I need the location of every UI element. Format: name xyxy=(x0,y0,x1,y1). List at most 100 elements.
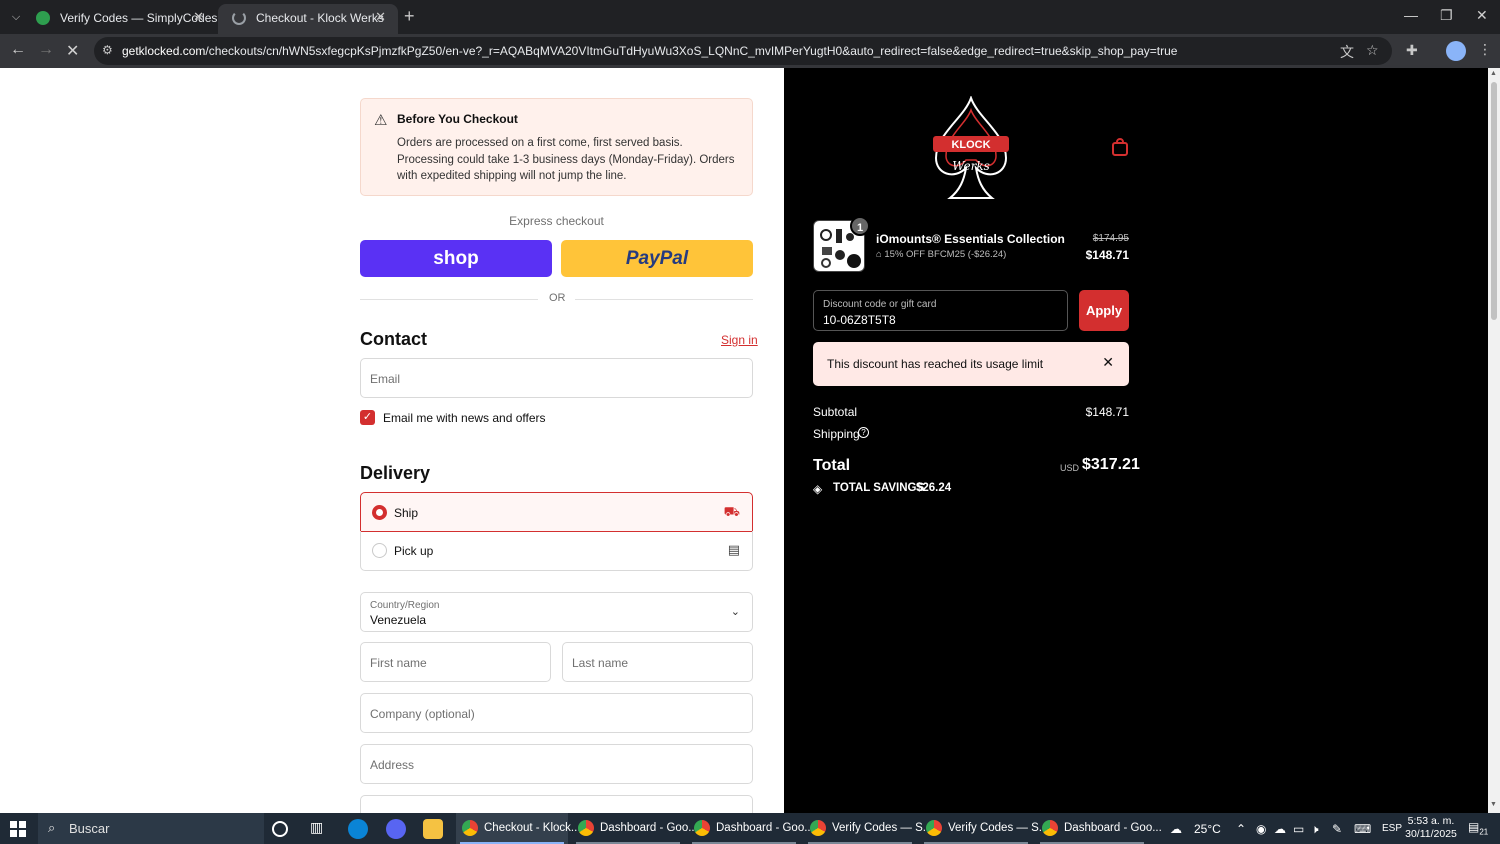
store-icon: ▤ xyxy=(727,542,740,557)
profile-avatar[interactable] xyxy=(1446,41,1466,61)
email-field[interactable]: Email xyxy=(360,358,753,398)
taskbar-app-dashboard-2[interactable]: Dashboard - Goo... xyxy=(688,813,814,844)
pen-icon[interactable]: ✎ xyxy=(1332,822,1342,836)
currency-code: USD xyxy=(1060,463,1080,473)
total-label: Total xyxy=(813,457,851,474)
site-info-icon[interactable]: ⚙ xyxy=(102,43,113,57)
taskbar-app-verify-1[interactable]: Verify Codes — S... xyxy=(804,813,932,844)
delivery-option-pickup[interactable]: Pick up ▤ xyxy=(360,531,753,571)
delivery-option-ship[interactable]: Ship ⛟ xyxy=(360,492,753,532)
close-icon[interactable]: ✕ xyxy=(375,9,386,25)
discount-error-alert: This discount has reached its usage limi… xyxy=(813,342,1129,386)
weather-icon[interactable]: ☁ xyxy=(1170,822,1182,836)
address-bar[interactable]: ⚙ getklocked.com/checkouts/cn/hWN5sxfegc… xyxy=(94,37,1392,65)
notifications-icon[interactable]: ▤21 xyxy=(1468,820,1488,836)
meet-now-icon[interactable]: ◉ xyxy=(1256,822,1266,836)
svg-text:KLOCK: KLOCK xyxy=(951,139,990,151)
checkout-notice: ⚠ Before You Checkout Orders are process… xyxy=(360,98,753,196)
email-placeholder: Email xyxy=(370,372,401,386)
new-tab-icon[interactable]: + xyxy=(404,6,415,26)
express-checkout-label: Express checkout xyxy=(509,214,604,228)
shopping-bag-icon[interactable] xyxy=(1111,138,1129,156)
network-icon[interactable]: ▭ xyxy=(1293,822,1304,836)
bookmark-star-icon[interactable]: ☆ xyxy=(1366,42,1379,59)
shipping-label: Shipping xyxy=(813,427,860,441)
cortana-icon[interactable] xyxy=(272,821,288,837)
pickup-radio[interactable] xyxy=(372,543,387,558)
weather-temperature[interactable]: 25°C xyxy=(1194,822,1221,836)
taskbar-search[interactable]: ⌕ Buscar xyxy=(38,813,264,844)
close-icon[interactable]: ✕ xyxy=(193,9,204,25)
chrome-icon xyxy=(694,820,710,836)
taskbar-app-label: Dashboard - Goo... xyxy=(1064,822,1162,834)
last-name-field[interactable]: Last name xyxy=(562,642,753,682)
paypal-button[interactable]: PayPal xyxy=(561,240,753,277)
minimize-icon[interactable]: — xyxy=(1404,7,1418,23)
clock-date: 30/11/2025 xyxy=(1405,828,1457,840)
stop-loading-icon[interactable]: ✕ xyxy=(66,41,79,61)
taskbar-app-label: Verify Codes — S... xyxy=(948,822,1049,834)
menu-kebab-icon[interactable]: ⋮ xyxy=(1478,41,1492,58)
tab-verify-codes[interactable]: Verify Codes — SimplyCodes ✕ xyxy=(22,4,217,34)
contact-heading: Contact xyxy=(360,329,427,349)
help-icon[interactable]: ? xyxy=(858,427,869,438)
divider xyxy=(360,299,538,300)
tray-overflow-icon[interactable]: ⌃ xyxy=(1236,822,1246,836)
scroll-down-icon[interactable]: ▼ xyxy=(1490,801,1497,808)
simplycodes-favicon-icon xyxy=(36,11,50,25)
onedrive-icon[interactable]: ☁ xyxy=(1274,822,1286,836)
restore-icon[interactable]: ❐ xyxy=(1440,7,1453,24)
address-field[interactable]: Address xyxy=(360,744,753,784)
forward-icon[interactable]: → xyxy=(38,41,54,59)
company-field[interactable]: Company (optional) xyxy=(360,693,753,733)
windows-start-icon[interactable] xyxy=(10,821,26,837)
translate-icon[interactable]: 文 xyxy=(1340,42,1354,62)
discount-code-value: 10-06Z8T5T8 xyxy=(823,313,896,327)
system-clock[interactable]: 5:53 a. m. 30/11/2025 xyxy=(1398,815,1464,841)
ship-radio[interactable] xyxy=(372,505,387,520)
browser-tab-bar: ⌵ Verify Codes — SimplyCodes ✕ Checkout … xyxy=(0,0,1500,34)
clock-time: 5:53 a. m. xyxy=(1407,815,1455,827)
warning-icon: ⚠ xyxy=(374,112,388,129)
newsletter-checkbox[interactable]: ✓ xyxy=(360,410,375,425)
taskbar-app-verify-2[interactable]: Verify Codes — S... xyxy=(920,813,1048,844)
discount-code-label: Discount code or gift card xyxy=(823,299,937,310)
close-window-icon[interactable]: ✕ xyxy=(1476,7,1488,24)
scroll-up-icon[interactable]: ▲ xyxy=(1490,70,1497,77)
discount-code-field[interactable]: Discount code or gift card 10-06Z8T5T8 xyxy=(813,290,1068,331)
volume-icon[interactable]: 🕨 xyxy=(1311,822,1319,837)
first-name-field[interactable]: First name xyxy=(360,642,551,682)
extensions-icon[interactable]: ✚ xyxy=(1406,42,1418,59)
file-explorer-icon[interactable] xyxy=(423,819,443,839)
chrome-icon xyxy=(462,820,478,836)
country-value: Venezuela xyxy=(370,613,427,627)
quantity-badge: 1 xyxy=(850,216,870,236)
sign-in-link[interactable]: Sign in xyxy=(721,333,758,347)
subtotal-label: Subtotal xyxy=(813,405,858,419)
taskbar-app-dashboard-3[interactable]: Dashboard - Goo... xyxy=(1036,813,1162,844)
browser-toolbar: ← → ✕ ⚙ getklocked.com/checkouts/cn/hWN5… xyxy=(0,34,1500,68)
edge-icon[interactable] xyxy=(348,819,368,839)
loading-spinner-icon xyxy=(232,11,246,25)
scroll-thumb[interactable] xyxy=(1491,82,1497,320)
chrome-icon xyxy=(926,820,942,836)
page-scrollbar[interactable]: ▲ ▼ xyxy=(1488,68,1500,813)
product-original-price: $174.95 xyxy=(1092,233,1129,244)
tab-checkout[interactable]: Checkout - Klock Werks ✕ xyxy=(218,4,398,34)
taskbar-app-checkout[interactable]: Checkout - Klock... xyxy=(456,813,581,844)
close-icon[interactable]: ✕ xyxy=(1102,354,1114,371)
country-select[interactable]: Country/Region Venezuela ⌄ xyxy=(360,592,753,632)
keyboard-icon[interactable]: ⌨ xyxy=(1354,822,1371,836)
task-view-icon[interactable]: ▥ xyxy=(310,819,330,839)
subtotal-value: $148.71 xyxy=(1085,405,1129,419)
apply-button[interactable]: Apply xyxy=(1079,290,1129,331)
savings-label: TOTAL SAVINGS xyxy=(833,482,925,494)
discord-icon[interactable] xyxy=(386,819,406,839)
order-summary-pane xyxy=(784,68,1488,813)
tab-label: Checkout - Klock Werks xyxy=(256,11,384,25)
apartment-field[interactable] xyxy=(360,795,753,813)
taskbar-app-dashboard-1[interactable]: Dashboard - Goo... xyxy=(572,813,698,844)
back-icon[interactable]: ← xyxy=(10,41,26,59)
product-price: $148.71 xyxy=(1085,248,1129,262)
shop-pay-button[interactable]: shop xyxy=(360,240,552,277)
